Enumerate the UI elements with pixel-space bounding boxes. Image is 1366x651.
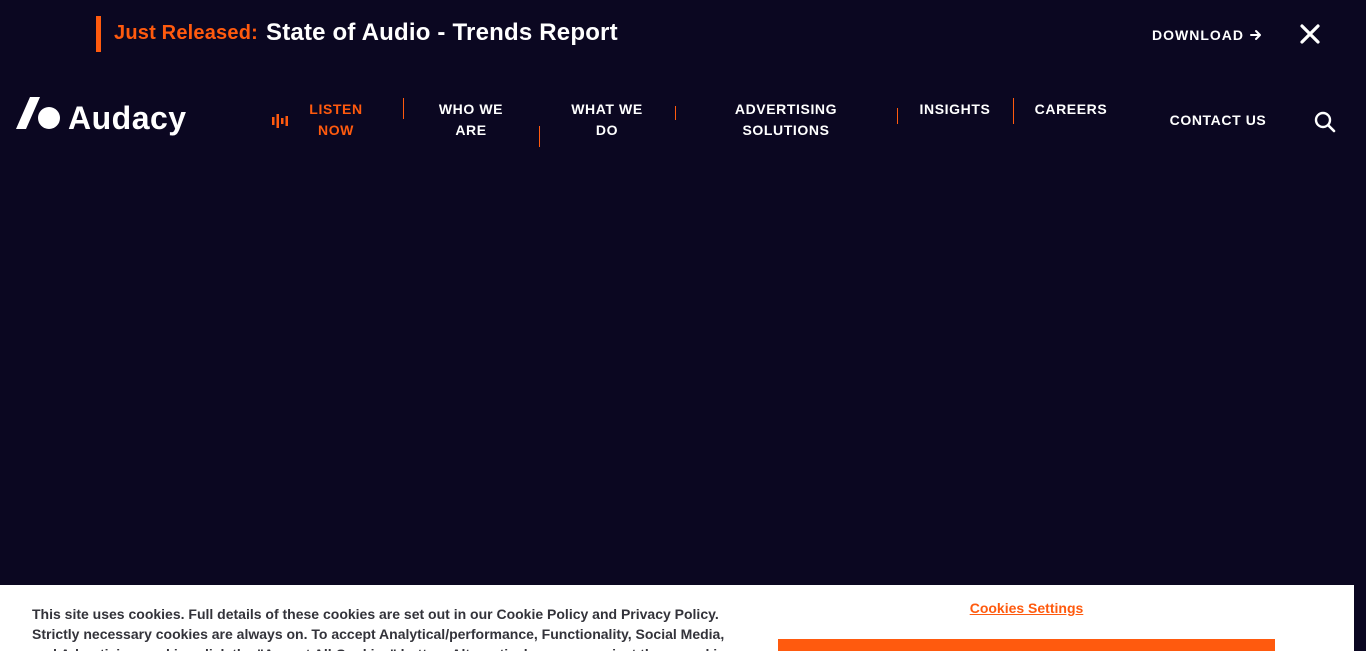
main-nav: Audacy LISTEN NOW WHO WE ARE WHAT WE DO … (0, 80, 1366, 160)
announcement-headline[interactable]: State of Audio - Trends Report (266, 19, 618, 47)
nav-insights[interactable]: INSIGHTS (916, 99, 994, 120)
audio-bars-icon (272, 114, 288, 128)
nav-divider (675, 106, 676, 120)
nav-listen-now[interactable]: LISTEN NOW (302, 99, 370, 141)
brand-logo[interactable]: Audacy (16, 94, 187, 136)
cookies-settings-link[interactable]: Cookies Settings (778, 600, 1275, 616)
close-icon[interactable] (1298, 22, 1322, 46)
nav-careers[interactable]: CAREERS (1031, 99, 1111, 120)
announcement-bar: Just Released: State of Audio - Trends R… (0, 0, 1366, 68)
audacy-logo-icon (16, 96, 60, 129)
nav-contact-us[interactable]: CONTACT US (1160, 110, 1276, 131)
nav-divider (897, 108, 898, 124)
arrow-right-icon (1250, 30, 1261, 40)
nav-advertising-solutions[interactable]: ADVERTISING SOLUTIONS (726, 99, 846, 141)
nav-divider (403, 98, 404, 119)
download-label: DOWNLOAD (1152, 27, 1244, 43)
search-icon[interactable] (1314, 111, 1336, 133)
nav-divider (539, 126, 540, 147)
download-link[interactable]: DOWNLOAD (1152, 27, 1262, 43)
nav-divider (1013, 98, 1014, 124)
announcement-label: Just Released: (114, 22, 258, 44)
cookie-banner: This site uses cookies. Full details of … (0, 585, 1354, 651)
brand-wordmark: Audacy (68, 100, 187, 136)
accept-all-cookies-button[interactable] (778, 639, 1275, 651)
announcement-accent-bar (96, 16, 101, 52)
nav-what-we-do[interactable]: WHAT WE DO (564, 99, 650, 141)
cookie-banner-text: This site uses cookies. Full details of … (32, 606, 733, 651)
nav-who-we-are[interactable]: WHO WE ARE (430, 99, 512, 141)
